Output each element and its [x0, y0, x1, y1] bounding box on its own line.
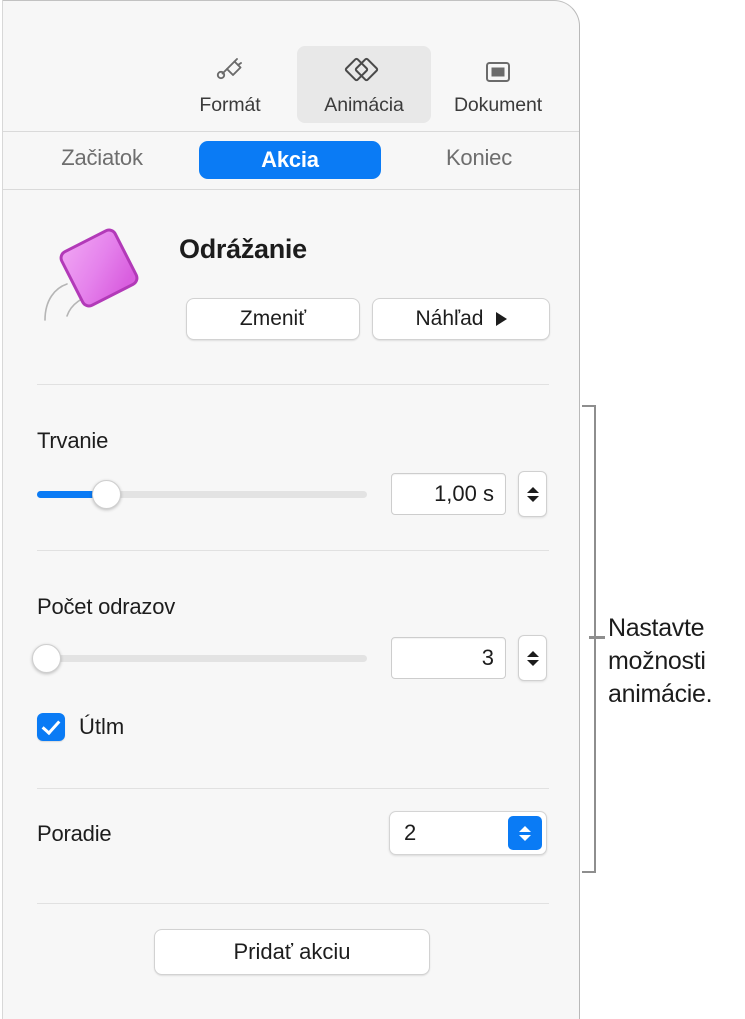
duration-slider[interactable] — [37, 480, 367, 510]
divider — [37, 788, 549, 789]
tool-tab-format-label: Formát — [199, 94, 261, 116]
bounces-value: 3 — [481, 645, 494, 670]
tool-tab-animation[interactable]: Animácia — [297, 46, 431, 123]
tool-tab-document-label: Dokument — [453, 94, 543, 116]
tool-tab-animation-label: Animácia — [324, 94, 404, 116]
easing-label: Útlm — [79, 714, 125, 739]
add-action-label: Pridať akciu — [233, 939, 351, 964]
animation-header: Odrážanie Zmeniť Náhľad — [3, 190, 579, 375]
bounces-input[interactable]: 3 — [391, 637, 506, 679]
change-animation-button[interactable]: Zmeniť — [186, 298, 360, 340]
duration-slider-knob[interactable] — [91, 480, 121, 509]
tool-tab-document[interactable]: Dokument — [431, 46, 565, 123]
bounces-label: Počet odrazov — [37, 594, 176, 619]
document-icon — [431, 52, 565, 92]
divider — [37, 384, 549, 385]
animation-inspector-panel: Formát Animácia Dokument Začiatok Akcia … — [2, 0, 580, 1019]
animation-icon — [297, 52, 431, 92]
callout-bracket — [582, 405, 596, 873]
bounces-slider-knob[interactable] — [32, 644, 61, 673]
order-value: 2 — [404, 820, 417, 845]
tab-build-out[interactable]: Koniec — [415, 145, 543, 171]
duration-stepper[interactable] — [518, 471, 547, 517]
bouncing-diamond-icon — [37, 212, 153, 328]
play-icon — [495, 312, 507, 326]
chevron-down-icon — [519, 834, 531, 841]
tab-action[interactable]: Akcia — [199, 141, 381, 179]
easing-checkbox-row[interactable]: Útlm — [37, 713, 124, 741]
callout-leader-line — [589, 636, 605, 639]
preview-animation-label: Náhľad — [415, 307, 484, 330]
inspector-tool-tab-bar: Formát Animácia Dokument — [3, 1, 579, 132]
chevron-up-icon — [519, 825, 531, 832]
up-down-chevrons-icon — [508, 816, 542, 850]
checkmark-icon[interactable] — [37, 713, 65, 741]
order-label: Poradie — [37, 821, 112, 846]
duration-slider-fill — [37, 491, 100, 498]
duration-label: Trvanie — [37, 428, 109, 453]
bounces-slider[interactable] — [32, 644, 367, 674]
divider — [37, 903, 549, 904]
duration-value: 1,00 s — [434, 481, 494, 506]
chevron-up-icon[interactable] — [526, 650, 539, 657]
divider — [37, 550, 549, 551]
chevron-down-icon[interactable] — [526, 659, 539, 666]
animation-stage-tab-bar: Začiatok Akcia Koniec — [3, 132, 579, 190]
tool-tab-format[interactable]: Formát — [163, 46, 297, 123]
chevron-down-icon[interactable] — [526, 495, 539, 502]
order-select[interactable]: 2 — [389, 811, 547, 855]
tab-build-in[interactable]: Začiatok — [39, 145, 165, 171]
animation-name: Odrážanie — [179, 234, 307, 264]
callout-text: Nastavte možnosti animácie. — [608, 614, 713, 708]
add-action-button[interactable]: Pridať akciu — [154, 929, 430, 975]
bounces-stepper[interactable] — [518, 635, 547, 681]
duration-input[interactable]: 1,00 s — [391, 473, 506, 515]
preview-animation-button[interactable]: Náhľad — [372, 298, 550, 340]
paintbrush-icon — [163, 52, 297, 92]
bounces-slider-track — [37, 655, 367, 662]
chevron-up-icon[interactable] — [526, 486, 539, 493]
change-animation-label: Zmeniť — [239, 307, 307, 330]
